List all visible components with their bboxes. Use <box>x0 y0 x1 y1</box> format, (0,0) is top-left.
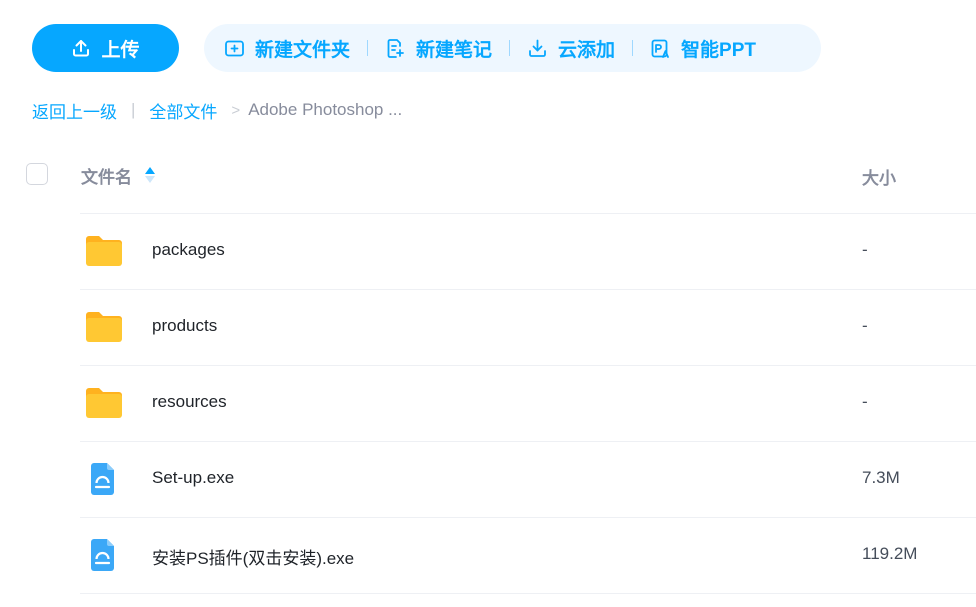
file-size: 119.2M <box>862 544 918 563</box>
file-row[interactable]: resources - <box>80 365 976 441</box>
upload-label: 上传 <box>101 39 140 61</box>
file-size: 7.3M <box>862 468 900 487</box>
file-row[interactable]: 安装PS插件(双击安装).exe 119.2M <box>80 517 976 593</box>
new-folder-label: 新建文件夹 <box>255 39 351 61</box>
smart-ppt-icon <box>651 39 669 58</box>
action-bar: 新建文件夹 新建笔记 云添加 智能PPT <box>204 24 821 72</box>
folder-icon <box>86 388 122 418</box>
file-name[interactable]: 安装PS插件(双击安装).exe <box>152 544 354 569</box>
upload-icon <box>73 40 90 57</box>
sort-icon[interactable] <box>144 165 156 185</box>
file-row[interactable]: Set-up.exe 7.3M <box>80 441 976 517</box>
file-name[interactable]: products <box>152 316 217 336</box>
folder-icon <box>86 312 122 342</box>
file-size: - <box>862 316 868 335</box>
exe-file-icon <box>91 539 114 571</box>
size-column-header[interactable]: 大小 <box>862 164 896 189</box>
breadcrumb-separator: | <box>131 100 136 119</box>
breadcrumb: 返回上一级 | 全部文件 > Adobe Photoshop ... <box>32 98 402 122</box>
breadcrumb-root[interactable]: 全部文件 <box>149 98 217 123</box>
file-size: - <box>862 392 868 411</box>
name-column-header[interactable]: 文件名 <box>81 163 156 187</box>
cloud-add-icon <box>529 39 546 57</box>
file-size: - <box>862 240 868 259</box>
breadcrumb-arrow: > <box>231 101 241 119</box>
folder-icon <box>86 236 122 266</box>
file-manager-page: 上传 新建文件夹 新建笔记 云添加 智能PPT 返回上一级 | 全部文件 > A… <box>0 0 976 607</box>
breadcrumb-current: Adobe Photoshop ... <box>248 100 403 119</box>
file-row[interactable]: packages - <box>80 213 976 289</box>
file-row[interactable]: products - <box>80 289 976 365</box>
upload-button[interactable]: 上传 <box>32 24 179 72</box>
action-separator <box>367 40 369 56</box>
smart-ppt-label: 智能PPT <box>681 39 756 61</box>
name-column-label: 文件名 <box>81 167 132 187</box>
row-divider <box>80 593 976 594</box>
file-name[interactable]: resources <box>152 392 227 412</box>
new-note-icon <box>387 38 404 58</box>
back-link[interactable]: 返回上一级 <box>32 98 117 123</box>
file-name[interactable]: packages <box>152 240 225 260</box>
smart-ppt-button[interactable]: 智能PPT <box>650 35 756 62</box>
new-folder-icon <box>225 40 244 56</box>
cloud-add-label: 云添加 <box>558 39 616 61</box>
action-separator <box>509 40 511 56</box>
select-all-checkbox[interactable] <box>26 163 48 185</box>
new-note-button[interactable]: 新建笔记 <box>385 35 492 62</box>
new-note-label: 新建笔记 <box>416 39 493 61</box>
exe-file-icon <box>91 463 114 495</box>
file-name[interactable]: Set-up.exe <box>152 468 234 488</box>
action-separator <box>632 40 634 56</box>
cloud-add-button[interactable]: 云添加 <box>527 35 615 62</box>
new-folder-button[interactable]: 新建文件夹 <box>224 35 350 62</box>
